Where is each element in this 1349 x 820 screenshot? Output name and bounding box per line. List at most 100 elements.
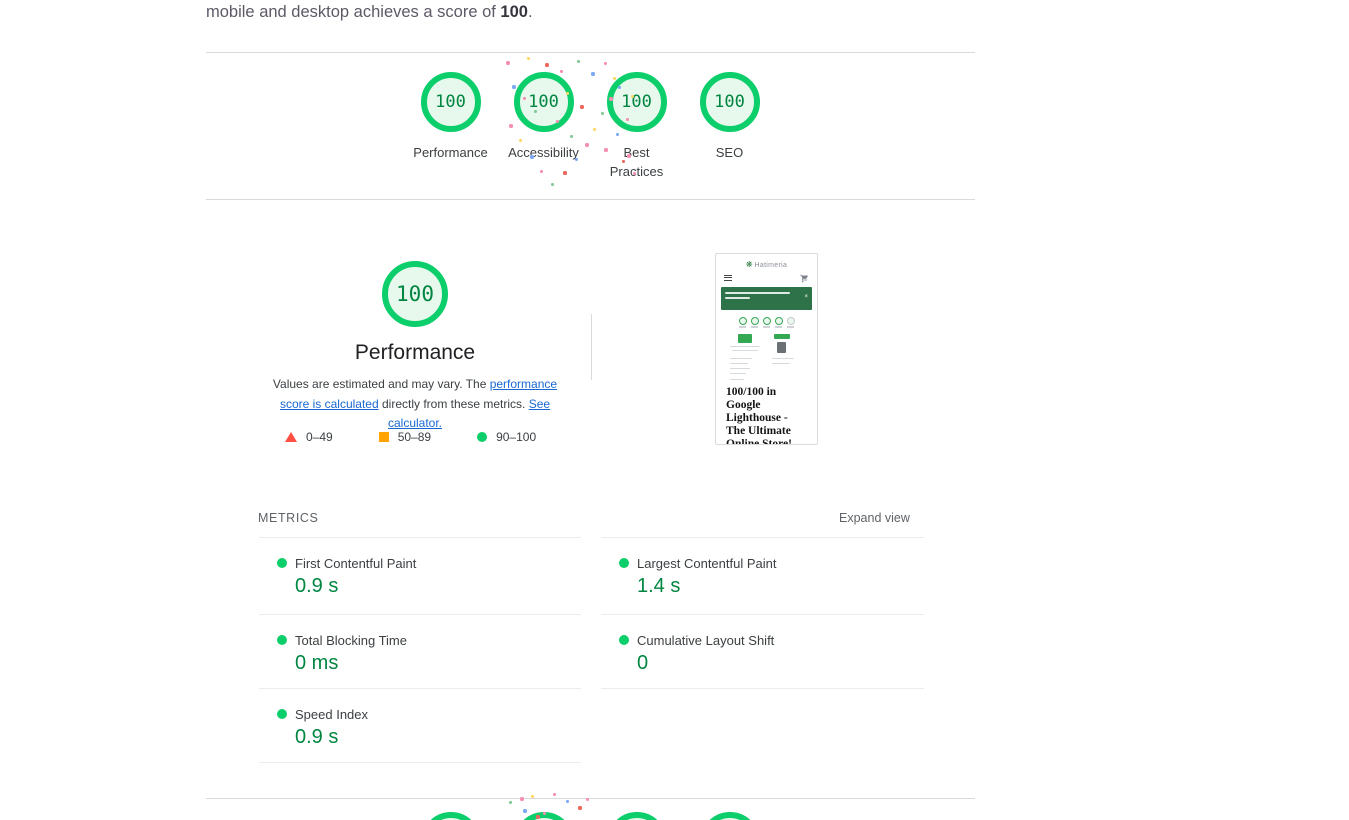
menu-icon [724, 275, 732, 283]
confetti-dot [591, 72, 595, 76]
confetti-dot [570, 135, 573, 138]
thumb-navbar [716, 269, 817, 283]
confetti-dot [604, 148, 608, 152]
metric-value: 0 [637, 652, 648, 675]
gauge-circle: 100 [700, 72, 760, 132]
legend-fail: 0–49 [285, 430, 333, 444]
metric-name: Speed Index [295, 707, 368, 722]
confetti-dot [633, 172, 636, 175]
confetti-dot [577, 60, 580, 63]
thumb-rating-circles [716, 317, 817, 328]
gauge-best-practices[interactable]: 100 Best Practices [590, 72, 683, 181]
confetti-dot [585, 143, 589, 147]
thumb-content-placeholder [716, 332, 817, 384]
confetti-dot [613, 77, 616, 80]
confetti-dot [534, 110, 537, 113]
score-legend: 0–49 50–89 90–100 [285, 430, 536, 444]
confetti-dot [506, 61, 510, 65]
legend-triangle-icon [285, 432, 297, 442]
metric-pass-dot-icon [277, 709, 287, 719]
confetti-dot [601, 112, 604, 115]
metric-pass-dot-icon [619, 635, 629, 645]
lighthouse-report-page: mobile and desktop achieves a score of 1… [0, 0, 1349, 820]
metric-speed-index[interactable]: Speed Index 0.9 s [259, 688, 581, 762]
confetti-dot [519, 139, 522, 142]
metric-value: 0.9 s [295, 575, 338, 598]
confetti-dot [509, 124, 513, 128]
legend-average: 50–89 [379, 430, 431, 444]
performance-score-gauge: 100 [382, 261, 448, 327]
metric-largest-contentful-paint[interactable]: Largest Contentful Paint 1.4 s [601, 537, 924, 614]
metric-first-contentful-paint[interactable]: First Contentful Paint 0.9 s [259, 537, 581, 614]
thumb-brand-name: Hatimeria [755, 262, 788, 269]
gauge-score: 100 [396, 282, 434, 306]
banner-text-line [725, 292, 790, 294]
gauge-circle: 100 [421, 72, 481, 132]
metric-pass-dot-icon [619, 558, 629, 568]
metric-cumulative-layout-shift[interactable]: Cumulative Layout Shift 0 [601, 614, 924, 688]
gauge-circle: 100 [421, 812, 481, 820]
confetti-dot [622, 160, 625, 163]
confetti-dot [556, 120, 559, 123]
expand-view-button[interactable]: Expand view [839, 511, 910, 525]
confetti-dot [530, 155, 534, 159]
confetti-dot [586, 798, 589, 801]
metric-value: 1.4 s [637, 575, 680, 598]
gauge-score: 100 [714, 92, 745, 112]
confetti-dot [566, 800, 569, 803]
confetti-dot [578, 806, 582, 810]
confetti-dot [566, 92, 569, 95]
gauge-seo[interactable]: 100 [683, 812, 776, 820]
gauge-seo[interactable]: 100 SEO [683, 72, 776, 181]
confetti-dot [520, 797, 524, 801]
confetti-dot [626, 118, 629, 121]
confetti-dot [609, 97, 613, 101]
intro-period: . [528, 3, 533, 21]
confetti-dot [618, 86, 621, 89]
intro-text: mobile and desktop achieves a score of [206, 3, 500, 21]
confetti-dot [575, 158, 578, 161]
legend-square-icon [379, 432, 389, 442]
confetti-dot [551, 183, 554, 186]
confetti-dot [509, 801, 512, 804]
confetti-dot [593, 128, 596, 131]
metric-total-blocking-time[interactable]: Total Blocking Time 0 ms [259, 614, 581, 688]
hatimeria-logo-icon: ❋ [746, 261, 753, 269]
gauge-circle: 100 [607, 72, 667, 132]
gauge-performance[interactable]: 100 Performance [404, 72, 497, 181]
divider-top [206, 52, 975, 53]
confetti-dot [631, 95, 634, 98]
legend-pass: 90–100 [477, 430, 536, 444]
gauge-score: 100 [621, 92, 652, 112]
confetti-dot [560, 70, 563, 73]
gauge-label: Performance [413, 143, 487, 162]
confetti-dot [563, 171, 567, 175]
metric-pass-dot-icon [277, 635, 287, 645]
next-score-summary-row: 100 100 100 100 [404, 812, 776, 820]
metric-name: Total Blocking Time [295, 633, 407, 648]
desc-text: directly from these metrics. [379, 397, 529, 411]
confetti-dot [580, 105, 584, 109]
legend-range: 0–49 [306, 430, 333, 444]
confetti-dot [616, 133, 619, 136]
vertical-divider [591, 314, 592, 380]
gauge-circle: 100 [700, 812, 760, 820]
performance-section-title: Performance [255, 341, 575, 365]
legend-circle-icon [477, 432, 487, 442]
confetti-dot [543, 812, 546, 815]
confetti-dot [527, 57, 530, 60]
confetti-dot [536, 815, 540, 819]
gauge-circle: 100 [607, 812, 667, 820]
metrics-column-left: First Contentful Paint 0.9 s Total Block… [259, 537, 581, 763]
confetti-dot [523, 809, 527, 813]
confetti-dot [512, 85, 516, 89]
divider-section [206, 199, 975, 200]
divider-bottom [206, 798, 975, 799]
gauge-best-practices[interactable]: 100 [590, 812, 683, 820]
metrics-header: METRICS [258, 511, 318, 525]
gauge-performance[interactable]: 100 [404, 812, 497, 820]
final-screenshot-thumbnail[interactable]: ❋ Hatimeria × [715, 253, 818, 445]
confetti-dot [540, 170, 543, 173]
gauge-score: 100 [435, 92, 466, 112]
metric-name: Largest Contentful Paint [637, 556, 776, 571]
